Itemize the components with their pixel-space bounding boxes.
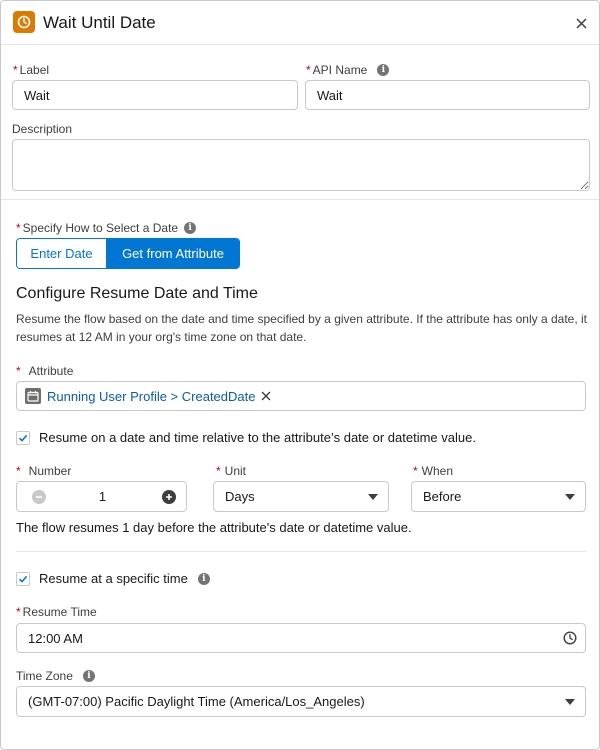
required-marker: * [306,63,311,77]
wait-until-date-panel: Wait Until Date * Label Wait * API Name … [0,0,600,750]
when-field-label: * When [413,464,453,478]
unit-selected-value: Days [225,489,255,504]
info-icon[interactable]: i [82,670,95,682]
unit-field-label: * Unit [216,464,246,478]
relative-date-checkbox[interactable] [16,431,30,445]
specific-time-checkbox-label: Resume at a specific time i [39,571,210,586]
when-label-text: When [421,464,454,478]
date-source-toggle: Enter Date Get from Attribute [16,238,240,269]
when-select[interactable]: Before [411,481,586,512]
enter-date-button[interactable]: Enter Date [17,239,107,268]
calendar-icon [25,388,41,404]
time-zone-label-text: Time Zone [16,669,73,683]
api-name-input-value: Wait [317,87,343,103]
get-from-attribute-button[interactable]: Get from Attribute [107,239,239,268]
label-field-label: * Label [13,63,49,77]
api-name-input[interactable]: Wait [305,80,590,110]
clock-icon[interactable] [563,631,577,645]
unit-select[interactable]: Days [213,481,389,512]
info-icon[interactable]: i [377,64,390,76]
time-zone-selected-value: (GMT-07:00) Pacific Daylight Time (Ameri… [28,694,365,709]
when-selected-value: Before [423,489,462,504]
time-zone-field-label: Time Zone i [16,669,95,683]
number-stepper[interactable]: 1 [16,481,187,512]
api-name-label-text: API Name [312,63,368,77]
panel-title: Wait Until Date [43,13,156,32]
section-divider [1,199,599,200]
label-input[interactable]: Wait [12,80,298,110]
number-field-label: * Number [16,464,71,478]
api-name-field-label: * API Name i [306,63,390,77]
section-description: Resume the flow based on the date and ti… [16,312,588,344]
checkmark-icon [18,434,28,442]
chevron-down-icon [368,493,378,500]
section-title: Configure Resume Date and Time [16,285,258,302]
description-label-text: Description [12,122,73,136]
specific-time-checkbox[interactable] [16,572,30,586]
remove-pill-icon[interactable] [261,391,271,401]
time-zone-select[interactable]: (GMT-07:00) Pacific Daylight Time (Ameri… [16,686,586,717]
required-marker: * [413,464,418,478]
chevron-down-icon [565,493,575,500]
clock-icon [13,11,35,33]
close-icon[interactable] [572,14,590,32]
required-marker: * [16,605,21,619]
label-input-value: Wait [24,87,50,103]
number-label-text: Number [28,464,72,478]
label-field-label-text: Label [19,63,50,77]
resume-summary: The flow resumes 1 day before the attrib… [16,520,412,535]
description-field-label: Description [12,122,72,136]
required-marker: * [16,464,21,478]
attribute-pill-label: Running User Profile > CreatedDate [47,388,256,404]
info-icon[interactable]: i [197,572,210,585]
resume-time-field-label: * Resume Time [16,605,97,619]
attribute-pill: Running User Profile > CreatedDate [21,384,275,408]
checkmark-icon [18,575,28,583]
resume-time-input[interactable]: 12:00 AM [16,623,586,653]
description-textarea[interactable] [12,139,590,191]
attribute-field-label: * Attribute [16,364,73,378]
resume-time-value: 12:00 AM [28,630,83,646]
required-marker: * [16,364,21,378]
resume-time-label-text: Resume Time [22,605,97,619]
panel-header: Wait Until Date [1,1,599,45]
required-marker: * [216,464,221,478]
increment-icon[interactable] [162,490,176,504]
required-marker: * [16,221,21,235]
attribute-input[interactable]: Running User Profile > CreatedDate [16,381,586,411]
relative-date-checkbox-label: Resume on a date and time relative to th… [39,430,476,445]
specific-time-label-text: Resume at a specific time [39,571,188,586]
specify-date-label-text: Specify How to Select a Date [22,221,179,235]
info-icon[interactable]: i [184,222,197,234]
specify-date-label: * Specify How to Select a Date i [16,221,197,235]
section-divider [16,551,586,552]
attribute-label-text: Attribute [28,364,74,378]
chevron-down-icon [565,698,575,705]
unit-label-text: Unit [224,464,247,478]
required-marker: * [13,63,18,77]
